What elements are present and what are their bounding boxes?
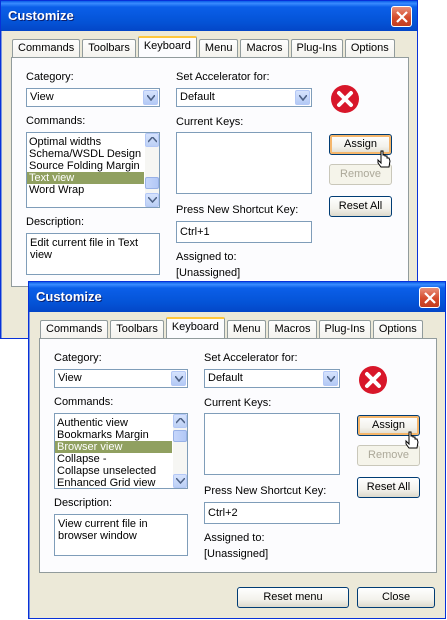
scroll-up-icon[interactable] (145, 133, 159, 147)
scroll-down-icon[interactable] (145, 193, 159, 207)
title-bar[interactable]: Customize (1, 1, 417, 31)
description-box: View current file in browser window (54, 514, 188, 556)
shortcut-label: Press New Shortcut Key: (176, 204, 299, 216)
shortcut-input[interactable]: Ctrl+1 (176, 221, 312, 243)
current-keys-label: Current Keys: (204, 397, 272, 409)
close-icon (424, 292, 436, 304)
tab-commands[interactable]: Commands (40, 320, 109, 338)
tab-macros[interactable]: Macros (240, 39, 289, 57)
close-window-button[interactable] (391, 6, 412, 27)
tab-plugins[interactable]: Plug-Ins (318, 320, 371, 338)
description-box: Edit current file in Text view (26, 233, 160, 275)
assigned-to-value: [Unassigned] (204, 548, 269, 560)
assigned-to-value: [Unassigned] (176, 267, 241, 279)
close-button[interactable]: Close (357, 587, 435, 608)
tab-plugins[interactable]: Plug-Ins (290, 39, 343, 57)
list-item[interactable]: Schema/WSDL Design (27, 148, 144, 160)
tab-macros[interactable]: Macros (268, 320, 317, 338)
list-item[interactable]: Authentic view (55, 417, 172, 429)
category-label: Category: (54, 352, 102, 364)
list-item[interactable]: Enhanced Grid view (55, 477, 172, 488)
title-bar[interactable]: Customize (29, 282, 445, 312)
keyboard-panel: Category: View Commands: Optimal widths … (11, 57, 409, 287)
tab-toolbars[interactable]: Toolbars (110, 320, 164, 338)
tab-menu[interactable]: Menu (198, 39, 239, 57)
category-value: View (30, 91, 54, 103)
commands-label: Commands: (54, 396, 114, 408)
dropdown-arrow-icon[interactable] (143, 90, 158, 105)
tab-keyboard[interactable]: Keyboard (165, 317, 225, 338)
list-item[interactable]: Source Folding Margin (27, 160, 144, 172)
dropdown-arrow-icon[interactable] (323, 371, 338, 386)
tab-menu[interactable]: Menu (226, 320, 267, 338)
category-select[interactable]: View (54, 369, 188, 388)
dropdown-arrow-icon[interactable] (171, 371, 186, 386)
customize-dialog-front: Customize Commands Toolbars Keyboard Men… (28, 281, 446, 619)
accelerator-label: Set Accelerator for: (204, 352, 298, 364)
description-label: Description: (54, 497, 113, 509)
reset-all-button[interactable]: Reset All (357, 477, 420, 498)
accelerator-value: Default (208, 372, 243, 384)
window-title: Customize (36, 289, 102, 304)
close-icon (396, 11, 408, 23)
list-item[interactable]: Collapse - (55, 453, 172, 465)
keyboard-panel: Category: View Commands: Authentic view … (39, 338, 437, 573)
tab-toolbars[interactable]: Toolbars (82, 39, 136, 57)
tab-options[interactable]: Options (372, 320, 423, 338)
scroll-up-icon[interactable] (173, 414, 187, 428)
tab-commands[interactable]: Commands (12, 39, 81, 57)
current-keys-label: Current Keys: (176, 116, 244, 128)
window-title: Customize (8, 8, 74, 23)
description-label: Description: (26, 216, 85, 228)
category-select[interactable]: View (26, 88, 160, 107)
shortcut-label: Press New Shortcut Key: (204, 485, 327, 497)
current-keys-list[interactable] (204, 413, 340, 475)
assigned-to-label: Assigned to: (204, 532, 265, 544)
accelerator-label: Set Accelerator for: (176, 71, 270, 83)
list-item[interactable]: Collapse unselected (55, 465, 172, 477)
list-item[interactable]: Bookmarks Margin (55, 429, 172, 441)
commands-label: Commands: (26, 115, 86, 127)
error-icon (359, 366, 387, 394)
category-value: View (58, 372, 82, 384)
tab-strip: Commands Toolbars Keyboard Menu Macros P… (40, 317, 425, 338)
accelerator-select[interactable]: Default (204, 369, 340, 388)
commands-scrollbar[interactable] (145, 133, 159, 207)
scroll-thumb[interactable] (173, 430, 187, 442)
commands-list[interactable]: Optimal widths Schema/WSDL Design Source… (26, 132, 160, 208)
category-label: Category: (26, 71, 74, 83)
assigned-to-label: Assigned to: (176, 251, 237, 263)
current-keys-list[interactable] (176, 132, 312, 194)
mouse-pointer-icon (377, 150, 391, 168)
tab-options[interactable]: Options (344, 39, 395, 57)
reset-all-button[interactable]: Reset All (329, 196, 392, 217)
commands-list[interactable]: Authentic view Bookmarks Margin Browser … (54, 413, 188, 489)
close-window-button[interactable] (419, 287, 440, 308)
accelerator-value: Default (180, 91, 215, 103)
list-item-selected[interactable]: Browser view (55, 441, 172, 453)
tab-strip: Commands Toolbars Keyboard Menu Macros P… (12, 36, 397, 57)
commands-scrollbar[interactable] (173, 414, 187, 488)
shortcut-input[interactable]: Ctrl+2 (204, 502, 340, 524)
error-icon (331, 85, 359, 113)
mouse-pointer-icon (405, 431, 419, 449)
scroll-thumb[interactable] (145, 177, 159, 189)
list-item[interactable]: Word Wrap (27, 184, 144, 196)
scroll-down-icon[interactable] (173, 474, 187, 488)
list-item[interactable]: Optimal widths (27, 136, 144, 148)
tab-keyboard[interactable]: Keyboard (137, 36, 197, 57)
list-item-selected[interactable]: Text view (27, 172, 144, 184)
accelerator-select[interactable]: Default (176, 88, 312, 107)
dropdown-arrow-icon[interactable] (295, 90, 310, 105)
reset-menu-button[interactable]: Reset menu (237, 587, 349, 608)
